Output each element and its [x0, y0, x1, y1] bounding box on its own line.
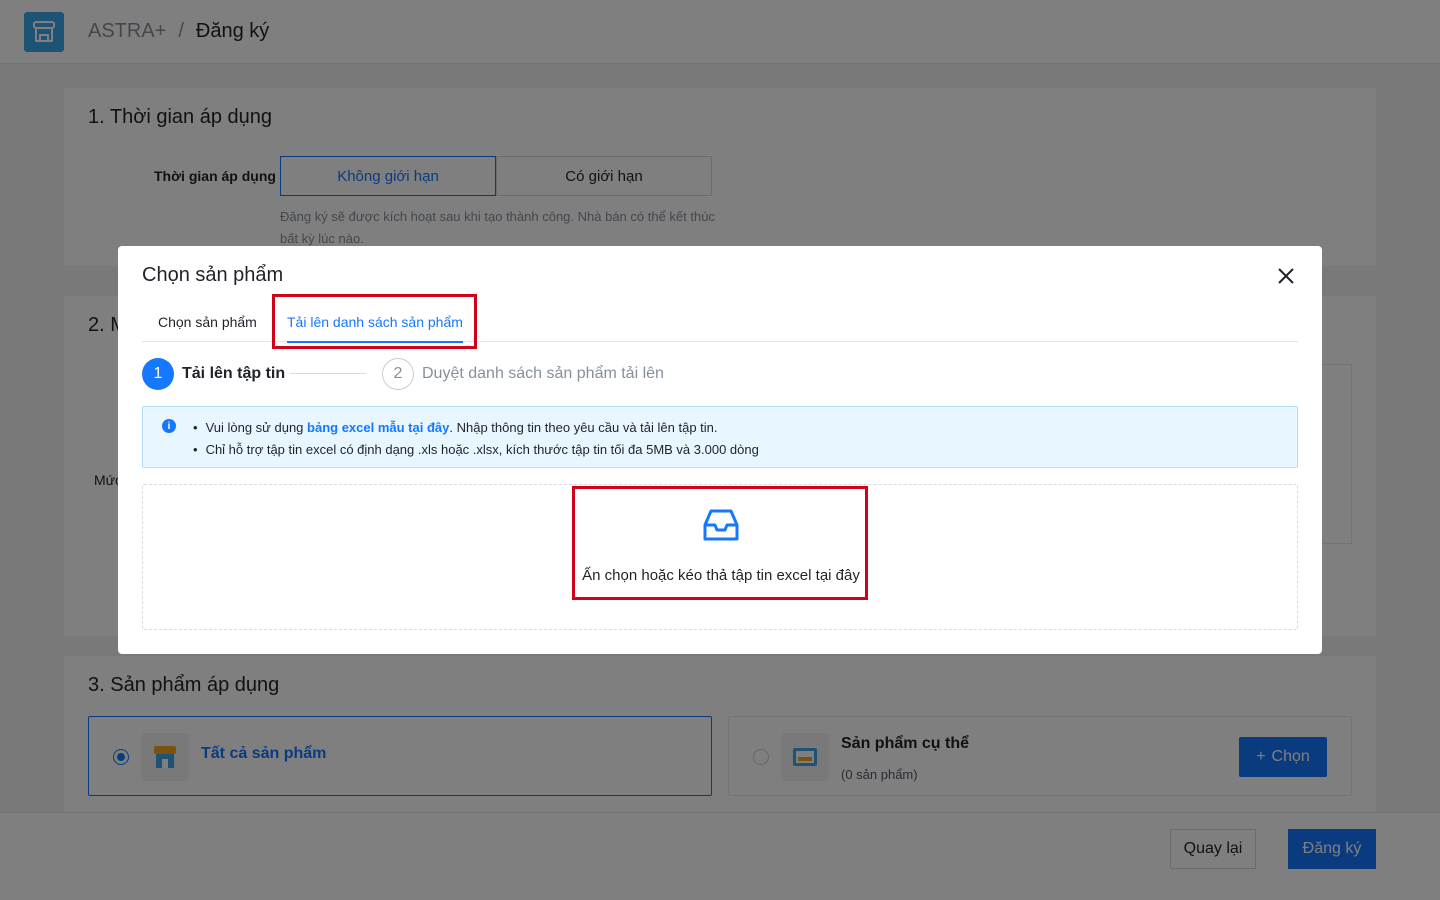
file-dropzone[interactable]: Ấn chọn hoặc kéo thả tập tin excel tại đ…: [142, 484, 1298, 630]
tab-choose-products[interactable]: Chọn sản phẩm: [158, 314, 257, 342]
info-line-1: Vui lòng sử dụng bảng excel mẫu tại đây.…: [193, 417, 759, 439]
info-line-2: Chỉ hỗ trợ tập tin excel có định dạng .x…: [193, 439, 759, 461]
upload-info-alert: i Vui lòng sử dụng bảng excel mẫu tại đâ…: [142, 406, 1298, 468]
close-icon[interactable]: [1274, 264, 1298, 288]
step-1-label: Tải lên tập tin: [182, 365, 286, 382]
tab-upload-product-list[interactable]: Tải lên danh sách sản phẩm: [287, 314, 463, 343]
choose-products-modal: Chọn sản phẩm Chọn sản phẩm Tải lên danh…: [118, 246, 1322, 654]
step-2-label: Duyệt danh sách sản phẩm tải lên: [422, 365, 664, 382]
upload-steps: 1 Tải lên tập tin 2 Duyệt danh sách sản …: [142, 358, 1298, 390]
info-list: Vui lòng sử dụng bảng excel mẫu tại đây.…: [193, 417, 759, 461]
info-line-1-suffix: . Nhập thông tin theo yêu cầu và tải lên…: [449, 420, 718, 435]
info-line-1-prefix: Vui lòng sử dụng: [205, 420, 308, 435]
step-2-indicator: 2: [382, 358, 414, 390]
template-excel-link[interactable]: bảng excel mẫu tại đây: [307, 420, 449, 435]
inbox-icon: [701, 505, 741, 545]
step-connector: [290, 373, 366, 374]
modal-tabs: Chọn sản phẩm Tải lên danh sách sản phẩm: [142, 296, 1298, 343]
info-icon: i: [162, 419, 176, 433]
dropzone-text: Ấn chọn hoặc kéo thả tập tin excel tại đ…: [582, 567, 860, 584]
modal-title: Chọn sản phẩm: [142, 264, 284, 286]
step-1-indicator: 1: [142, 358, 174, 390]
